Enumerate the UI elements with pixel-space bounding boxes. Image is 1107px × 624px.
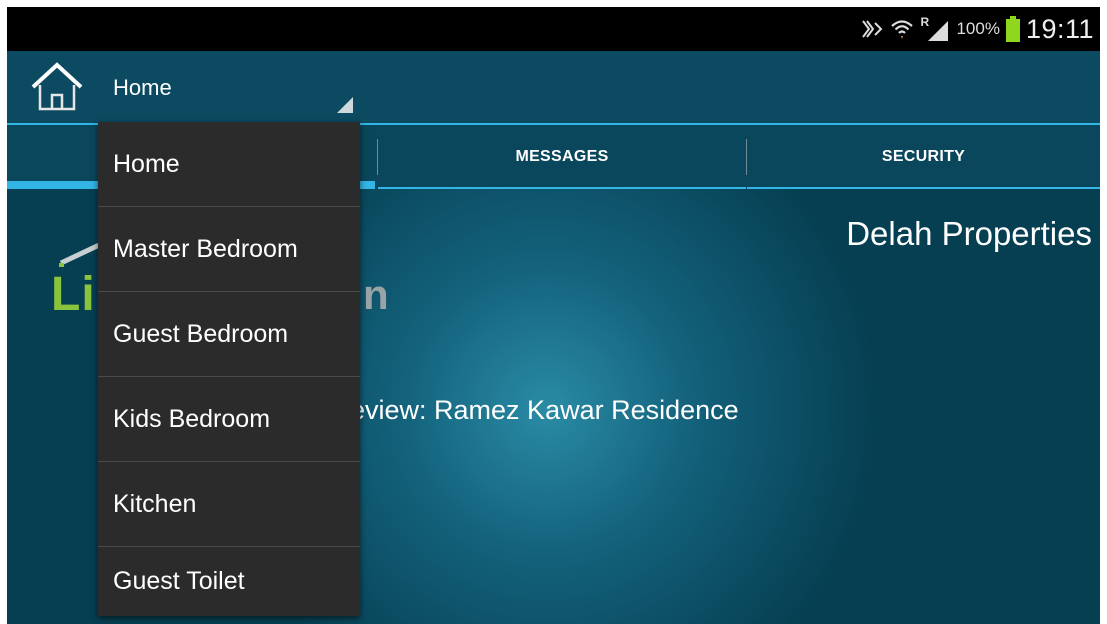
dropdown-item-label: Master Bedroom	[113, 234, 298, 263]
spinner-arrow-icon	[337, 97, 353, 113]
room-dropdown: Home Master Bedroom Guest Bedroom Kids B…	[98, 122, 360, 616]
battery-percent: 100%	[956, 19, 1000, 38]
preview-text: eview: Ramez Kawar Residence	[350, 395, 739, 425]
dropdown-item-kitchen[interactable]: Kitchen	[98, 462, 360, 546]
room-spinner[interactable]: Home	[97, 51, 359, 123]
tab-messages[interactable]: MESSAGES	[378, 125, 746, 189]
house-icon[interactable]	[29, 59, 85, 115]
dropdown-item-label: Guest Bedroom	[113, 319, 289, 348]
dropdown-item-label: Kitchen	[113, 489, 197, 518]
nfc-icon	[860, 17, 884, 41]
logo-text-right: n	[363, 271, 389, 318]
device-screen: R 100% 19:11 Home MESSAGES SECURITY Li n…	[7, 7, 1100, 624]
action-bar: Home	[7, 51, 1100, 125]
tab-security-label: SECURITY	[881, 148, 966, 165]
dropdown-item-home[interactable]: Home	[98, 122, 360, 206]
tab-security[interactable]: SECURITY	[747, 125, 1100, 189]
dropdown-item-label: Home	[113, 149, 180, 178]
dropdown-item-guest-toilet[interactable]: Guest Toilet	[98, 547, 360, 616]
logo-text-left: Li	[51, 268, 96, 321]
status-bar: R 100% 19:11	[7, 7, 1100, 51]
status-time: 19:11	[1025, 13, 1094, 44]
dropdown-item-label: Guest Toilet	[113, 567, 245, 595]
tab-messages-label: MESSAGES	[515, 148, 609, 165]
battery-icon	[1005, 16, 1020, 42]
dropdown-item-guest-bedroom[interactable]: Guest Bedroom	[98, 292, 360, 376]
property-name: Delah Properties	[846, 215, 1092, 252]
dropdown-item-kids-bedroom[interactable]: Kids Bedroom	[98, 377, 360, 461]
status-icons: R 100% 19:11	[860, 7, 1094, 51]
wifi-icon	[890, 17, 914, 41]
dropdown-item-label: Kids Bedroom	[113, 404, 271, 433]
dropdown-item-master-bedroom[interactable]: Master Bedroom	[98, 207, 360, 291]
signal-icon: R	[920, 15, 950, 41]
spinner-selected-label: Home	[113, 75, 172, 100]
